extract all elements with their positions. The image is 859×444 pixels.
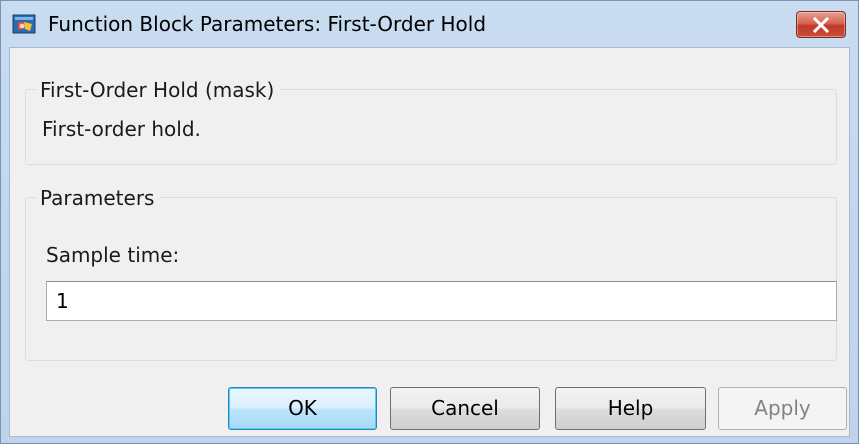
mask-description: First-order hold. xyxy=(42,117,201,141)
parameters-groupbox-title: Parameters xyxy=(36,186,161,210)
close-button[interactable] xyxy=(796,11,846,38)
close-icon xyxy=(812,16,830,33)
cancel-button[interactable]: Cancel xyxy=(390,387,540,430)
title-bar[interactable]: Function Block Parameters: First-Order H… xyxy=(1,1,858,47)
mask-groupbox: First-Order Hold (mask) First-order hold… xyxy=(25,78,837,165)
dialog-window: Function Block Parameters: First-Order H… xyxy=(0,0,859,444)
sample-time-input[interactable] xyxy=(46,281,837,321)
help-button[interactable]: Help xyxy=(555,387,706,430)
simulink-block-icon xyxy=(12,13,38,35)
mask-groupbox-title: First-Order Hold (mask) xyxy=(36,78,281,102)
dialog-client-area: First-Order Hold (mask) First-order hold… xyxy=(9,47,850,437)
ok-button[interactable]: OK xyxy=(228,387,377,430)
parameters-groupbox: Parameters Sample time: xyxy=(25,186,837,361)
sample-time-label: Sample time: xyxy=(46,243,180,267)
apply-button[interactable]: Apply xyxy=(718,387,847,430)
window-title: Function Block Parameters: First-Order H… xyxy=(48,12,487,36)
